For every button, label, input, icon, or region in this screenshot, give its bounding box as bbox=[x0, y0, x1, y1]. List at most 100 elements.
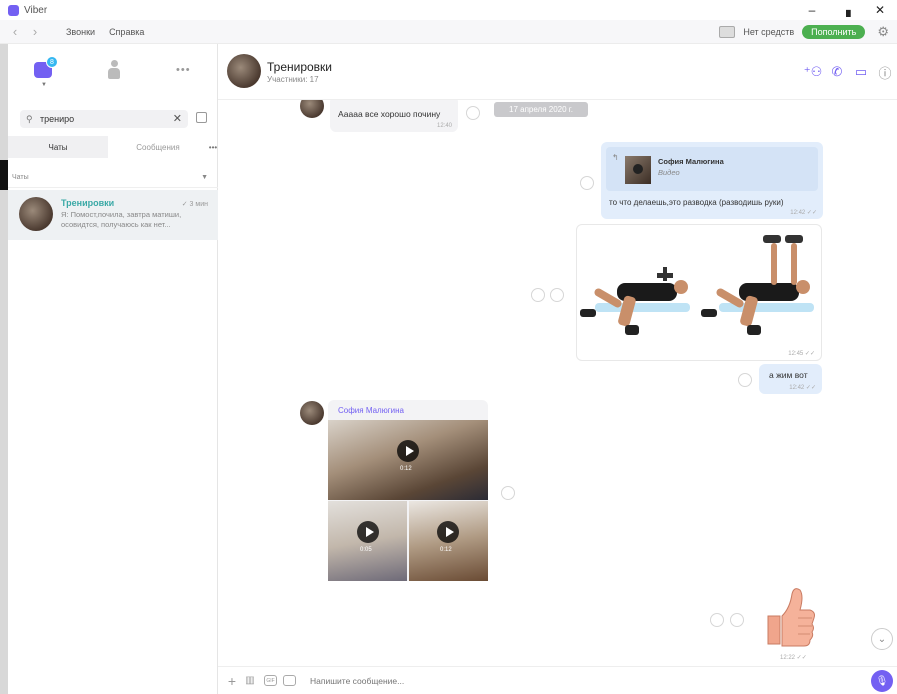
chat-actions: ⁺⚇ ✆ ▭ ⓘ bbox=[804, 64, 893, 81]
play-icon[interactable] bbox=[437, 521, 459, 543]
video-duration: 0:12 bbox=[400, 466, 412, 472]
search-tabs: Чаты Сообщения ••• bbox=[8, 136, 218, 158]
message-time: 12:22 ✓✓ bbox=[780, 655, 807, 661]
message-time: 12:40 bbox=[436, 123, 452, 129]
chevron-down-icon: ▼ bbox=[201, 174, 208, 181]
reaction-icon[interactable] bbox=[501, 486, 515, 500]
group-avatar[interactable] bbox=[227, 54, 261, 88]
compose-bar: + ▥ GIF 🎙 bbox=[218, 666, 897, 694]
search-icon: ⚲ bbox=[26, 113, 33, 124]
message-text: то что делаешь,это разводка (разводишь р… bbox=[609, 198, 784, 207]
sticker-icon[interactable] bbox=[283, 675, 296, 686]
close-button[interactable]: ✕ bbox=[863, 0, 897, 20]
video-call-icon[interactable]: ▭ bbox=[853, 64, 869, 80]
quote-type: Видео bbox=[658, 168, 680, 177]
chevron-down-icon[interactable]: ▼ bbox=[41, 82, 47, 88]
video-thumbnail[interactable]: 0:05 bbox=[328, 501, 407, 581]
sender-avatar[interactable] bbox=[300, 401, 324, 425]
message-time: 12:42 ✓✓ bbox=[790, 210, 817, 216]
message-input[interactable] bbox=[310, 675, 830, 686]
tabs-more-icon[interactable]: ••• bbox=[208, 136, 218, 158]
section-label: Чаты bbox=[12, 174, 29, 181]
sender-name: София Малюгина bbox=[338, 406, 404, 415]
video-thumbnail[interactable]: 0:12 bbox=[328, 420, 488, 500]
reaction-icon[interactable] bbox=[531, 288, 545, 302]
tab-messages[interactable]: Сообщения bbox=[108, 136, 208, 158]
window-controls: – ▗ ✕ bbox=[795, 0, 897, 20]
gif-icon[interactable]: GIF bbox=[264, 675, 277, 686]
chat-participants: Участники: 17 bbox=[267, 75, 319, 84]
add-participant-icon[interactable]: ⁺⚇ bbox=[804, 64, 823, 80]
chat-name: Тренировки bbox=[61, 198, 115, 208]
tab-chats[interactable]: Чаты bbox=[8, 136, 108, 158]
video-duration: 0:12 bbox=[440, 547, 452, 553]
thumbs-up-sticker[interactable] bbox=[760, 586, 816, 650]
scroll-down-button[interactable]: ⌄ bbox=[871, 628, 893, 650]
play-icon[interactable] bbox=[397, 440, 419, 462]
chat-list-item[interactable]: Тренировки ✓ 3 мин Я: Помост,почила, зав… bbox=[8, 190, 218, 240]
account-area: Нет средств Пополнить ⚙ bbox=[719, 20, 889, 44]
play-icon bbox=[633, 164, 643, 174]
reaction-icon[interactable] bbox=[738, 373, 752, 387]
viber-logo-icon bbox=[8, 4, 19, 16]
video-duration: 0:05 bbox=[360, 547, 372, 553]
avatar bbox=[19, 197, 53, 231]
reply-icon: ↰ bbox=[612, 153, 619, 162]
play-icon[interactable] bbox=[357, 521, 379, 543]
video-thumbnail[interactable]: 0:12 bbox=[409, 501, 488, 581]
microphone-button[interactable]: 🎙 bbox=[871, 670, 893, 692]
menu-bar: ‹ › Звонки Справка Нет средств Пополнить… bbox=[0, 20, 897, 44]
reaction-icon[interactable] bbox=[466, 106, 480, 120]
chat-preview: Я: Помост,почила, завтра матиши, осовидт… bbox=[61, 210, 182, 229]
message-time: 12:42 ✓✓ bbox=[789, 385, 816, 391]
image-message[interactable]: 12:45 ✓✓ bbox=[576, 224, 822, 361]
chat-title[interactable]: Тренировки bbox=[267, 60, 332, 74]
quote-sender: София Малюгина bbox=[658, 157, 724, 166]
search-input[interactable] bbox=[40, 114, 160, 124]
title-bar: Viber – ▗ ✕ bbox=[0, 0, 897, 20]
message-text: Ааааа все хорошо почину bbox=[338, 109, 441, 119]
reaction-icon[interactable] bbox=[730, 613, 744, 627]
message-list[interactable]: Ааааа все хорошо почину 12:40 17 апреля … bbox=[218, 100, 897, 666]
gear-icon[interactable]: ⚙ bbox=[877, 24, 889, 40]
message-time: 12:45 ✓✓ bbox=[788, 351, 815, 357]
reaction-icon[interactable] bbox=[710, 613, 724, 627]
reply-quote[interactable]: ↰ София Малюгина Видео bbox=[606, 147, 818, 191]
message-bubble[interactable]: Ааааа все хорошо почину 12:40 bbox=[330, 100, 458, 132]
info-icon[interactable]: ⓘ bbox=[877, 64, 893, 81]
date-separator: 17 апреля 2020 г. bbox=[494, 102, 588, 117]
media-message[interactable]: София Малюгина 0:12 0:05 0:12 bbox=[328, 400, 488, 581]
menu-help[interactable]: Справка bbox=[109, 27, 144, 37]
message-text: а жим вот bbox=[769, 370, 808, 380]
plus-icon[interactable]: + bbox=[224, 673, 240, 689]
search-box: ⚲ ✕ bbox=[20, 110, 188, 128]
message-bubble[interactable]: а жим вот 12:42 ✓✓ bbox=[759, 364, 822, 394]
clear-search-icon[interactable]: ✕ bbox=[173, 112, 182, 125]
poll-icon[interactable]: ▥ bbox=[242, 673, 258, 689]
viber-window: Viber – ▗ ✕ ‹ › Звонки Справка Нет средс… bbox=[0, 0, 897, 694]
back-button[interactable]: ‹ bbox=[6, 23, 24, 41]
credit-status: Нет средств bbox=[743, 27, 795, 37]
menu-calls[interactable]: Звонки bbox=[66, 27, 95, 37]
sidebar-nav: 8 ▼ ••• bbox=[8, 44, 218, 100]
minimize-button[interactable]: – bbox=[795, 0, 829, 20]
topup-button[interactable]: Пополнить bbox=[802, 25, 866, 39]
reaction-icon[interactable] bbox=[580, 176, 594, 190]
chat-header: Тренировки Участники: 17 ⁺⚇ ✆ ▭ ⓘ bbox=[218, 44, 897, 100]
forward-button[interactable]: › bbox=[26, 23, 44, 41]
new-chat-icon[interactable] bbox=[196, 112, 207, 123]
contacts-icon[interactable] bbox=[108, 60, 120, 80]
reaction-icon[interactable] bbox=[550, 288, 564, 302]
unread-badge: 8 bbox=[46, 56, 58, 68]
credit-icon bbox=[719, 26, 736, 38]
phone-icon[interactable]: ✆ bbox=[829, 64, 845, 80]
maximize-button[interactable]: ▗ bbox=[829, 0, 863, 20]
exercise-illustration bbox=[580, 235, 814, 335]
section-header[interactable]: Чаты ▼ bbox=[8, 174, 218, 188]
chat-time: ✓ 3 мин bbox=[181, 201, 208, 208]
window-title: Viber bbox=[24, 4, 48, 16]
window-edge bbox=[0, 44, 8, 694]
message-bubble[interactable]: ↰ София Малюгина Видео то что делаешь,эт… bbox=[601, 142, 823, 219]
sender-avatar[interactable] bbox=[300, 100, 324, 118]
more-icon[interactable]: ••• bbox=[176, 64, 191, 76]
